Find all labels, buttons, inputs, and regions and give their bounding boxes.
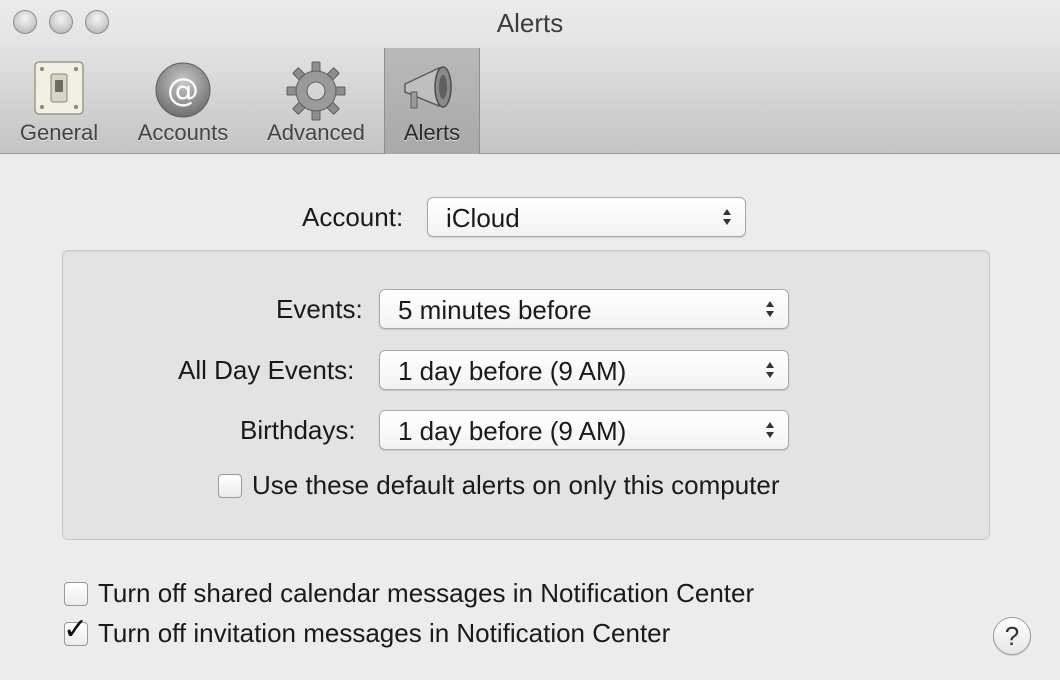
megaphone-icon [399,60,465,121]
all-day-events-alert-value: 1 day before (9 AM) [398,356,627,386]
light-switch-icon [31,60,87,121]
tab-alerts-label: Alerts [403,120,461,145]
popup-arrows-icon [766,422,774,438]
all-day-events-label: All Day Events: [178,355,355,385]
tab-advanced-label: Advanced [267,120,365,145]
all-day-events-alert-popup[interactable]: 1 day before (9 AM) [379,350,789,390]
events-alert-popup[interactable]: 5 minutes before [379,289,789,329]
shared-calendar-messages-label[interactable]: Turn off shared calendar messages in Not… [98,578,754,609]
local-only-label[interactable]: Use these default alerts on only this co… [252,470,780,501]
tab-general-label: General [19,120,99,145]
svg-text:@: @ [167,71,199,109]
invitation-messages-checkbox[interactable]: ✓ [63,615,88,646]
local-only-checkbox[interactable] [218,474,242,498]
tab-accounts-label: Accounts [137,120,229,145]
tab-accounts[interactable]: @ Accounts [118,48,248,154]
tab-alerts[interactable]: Alerts [384,48,480,154]
popup-arrows-icon [723,209,731,225]
account-popup[interactable]: iCloud [427,197,746,237]
events-alert-value: 5 minutes before [398,295,592,325]
popup-arrows-icon [766,362,774,378]
at-sign-icon: @ [153,60,213,125]
birthdays-label: Birthdays: [240,415,356,445]
toolbar: Alerts General @ Accounts Advanced Alert… [0,0,1060,154]
help-button[interactable]: ? [993,617,1031,655]
gear-icon [285,60,347,127]
tab-advanced[interactable]: Advanced [248,48,384,154]
checkmark-icon: ✓ [63,612,89,647]
alerts-preferences-window: Alerts General @ Accounts Advanced Alert… [0,0,1060,680]
account-popup-value: iCloud [446,203,520,233]
popup-arrows-icon [766,301,774,317]
shared-calendar-messages-checkbox[interactable] [64,582,88,606]
birthdays-alert-popup[interactable]: 1 day before (9 AM) [379,410,789,450]
invitation-messages-label[interactable]: Turn off invitation messages in Notifica… [98,618,670,649]
window-title: Alerts [496,8,564,38]
account-label: Account: [302,202,404,232]
birthdays-alert-value: 1 day before (9 AM) [398,416,627,446]
tab-general[interactable]: General [0,48,118,154]
events-label: Events: [276,294,363,324]
